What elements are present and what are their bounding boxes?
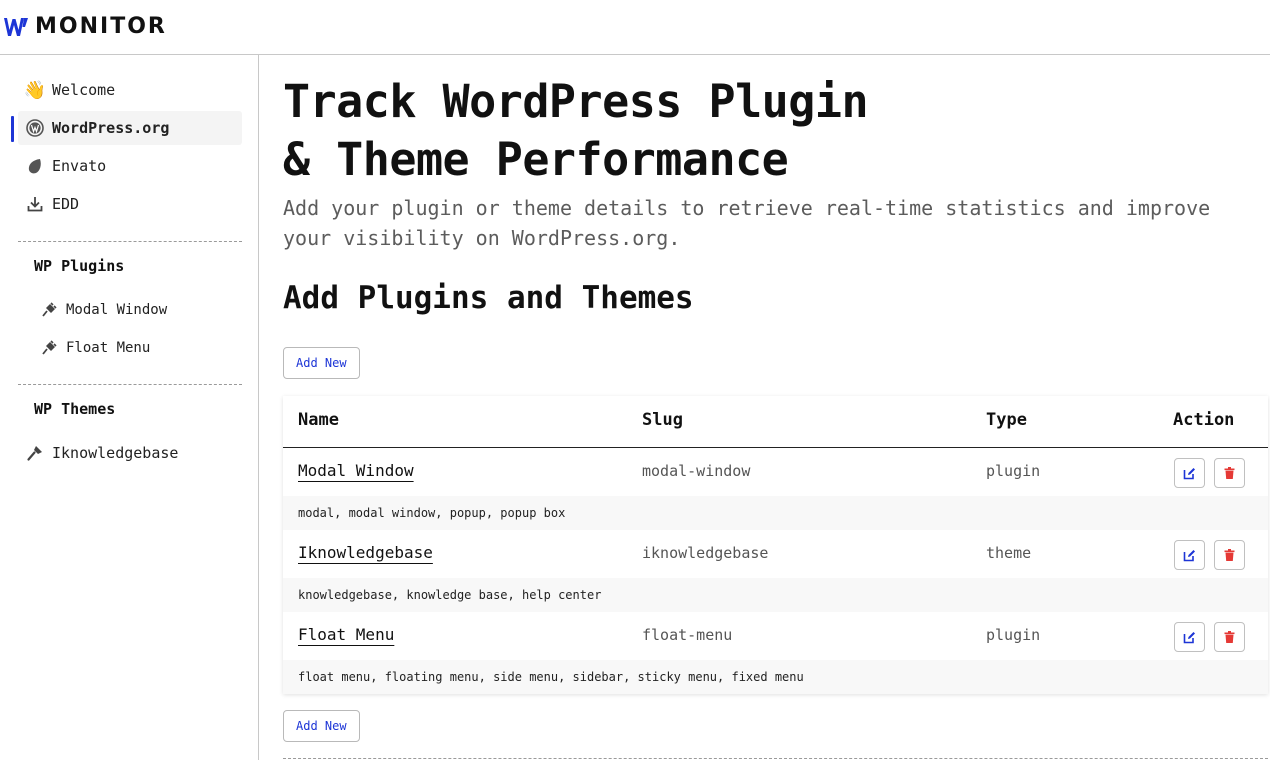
main-content: Track WordPress Plugin & Theme Performan… [283,55,1270,760]
items-table: Name Slug Type Action Modal Window modal… [283,396,1268,694]
sidebar-divider [18,241,242,242]
edit-button[interactable] [1174,540,1205,570]
sidebar-item-welcome[interactable]: 👋 Welcome [18,73,242,107]
monitor-logo-icon [4,17,28,36]
sidebar-section-themes: WP Themes [34,400,116,418]
item-name-link[interactable]: Modal Window [298,461,414,480]
sidebar-item-label: Envato [52,157,107,175]
edit-icon [1183,549,1195,561]
sidebar-item-float-menu[interactable]: Float Menu [40,336,150,360]
item-slug: modal-window [642,462,751,480]
sidebar-item-label: Welcome [52,81,116,99]
item-tags: float menu, floating menu, side menu, si… [283,660,1268,694]
brand-name: MONITOR [35,14,167,39]
add-new-button-bottom[interactable]: Add New [283,710,360,742]
item-tags: knowledgebase, knowledge base, help cent… [283,578,1268,612]
sidebar-item-iknowledgebase[interactable]: Iknowledgebase [18,436,242,470]
table-header-row: Name Slug Type Action [283,396,1268,448]
sidebar-section-plugins: WP Plugins [34,257,125,275]
top-header: MONITOR [0,0,1270,55]
sidebar-item-label: EDD [52,195,80,213]
trash-icon [1224,631,1235,643]
delete-button[interactable] [1214,540,1245,570]
active-indicator [11,116,14,142]
table-row: Float Menu float-menu plugin [283,612,1268,660]
edit-icon [1183,467,1195,479]
column-header-name[interactable]: Name [298,410,339,430]
envato-leaf-icon [24,155,46,177]
column-header-slug[interactable]: Slug [642,410,683,430]
sidebar-divider [18,384,242,385]
table-row: Iknowledgebase iknowledgebase theme [283,530,1268,578]
edit-button[interactable] [1174,622,1205,652]
column-header-action: Action [1173,410,1235,430]
item-type: theme [986,544,1032,562]
item-tags: modal, modal window, popup, popup box [283,496,1268,530]
brush-icon [24,442,46,464]
sidebar-item-envato[interactable]: Envato [18,149,242,183]
sidebar-item-label: WordPress.org [52,119,170,137]
item-type: plugin [986,626,1041,644]
download-icon [24,193,46,215]
item-type: plugin [986,462,1041,480]
plug-icon [40,301,58,319]
table-row: Modal Window modal-window plugin [283,448,1268,496]
column-header-type[interactable]: Type [986,410,1027,430]
sidebar-item-label: Float Menu [66,340,151,356]
sidebar-item-label: Modal Window [66,302,168,318]
waving-hand-icon: 👋 [23,79,47,101]
item-name-link[interactable]: Iknowledgebase [298,543,433,562]
page-title-line-2: & Theme Performance [283,133,789,186]
delete-button[interactable] [1214,458,1245,488]
edit-button[interactable] [1174,458,1205,488]
sidebar-item-modal-window[interactable]: Modal Window [40,298,167,322]
item-slug: float-menu [642,626,733,644]
delete-button[interactable] [1214,622,1245,652]
sidebar-item-label: Iknowledgebase [52,444,179,462]
item-name-link[interactable]: Float Menu [298,625,394,644]
content-divider [283,758,1268,759]
page-subtitle: Add your plugin or theme details to retr… [283,196,1211,250]
brand-logo[interactable]: MONITOR [3,14,167,39]
wordpress-icon [24,117,46,139]
plug-icon [40,339,58,357]
sidebar-item-wordpress-org[interactable]: WordPress.org [18,111,242,145]
section-title: Add Plugins and Themes [283,280,694,316]
page-title-line-1: Track WordPress Plugin [283,75,869,128]
sidebar-item-edd[interactable]: EDD [18,187,242,221]
item-slug: iknowledgebase [642,544,769,562]
trash-icon [1224,549,1235,561]
trash-icon [1224,467,1235,479]
add-new-button-top[interactable]: Add New [283,347,360,379]
edit-icon [1183,631,1195,643]
page-title: Track WordPress Plugin & Theme Performan… [283,73,869,189]
